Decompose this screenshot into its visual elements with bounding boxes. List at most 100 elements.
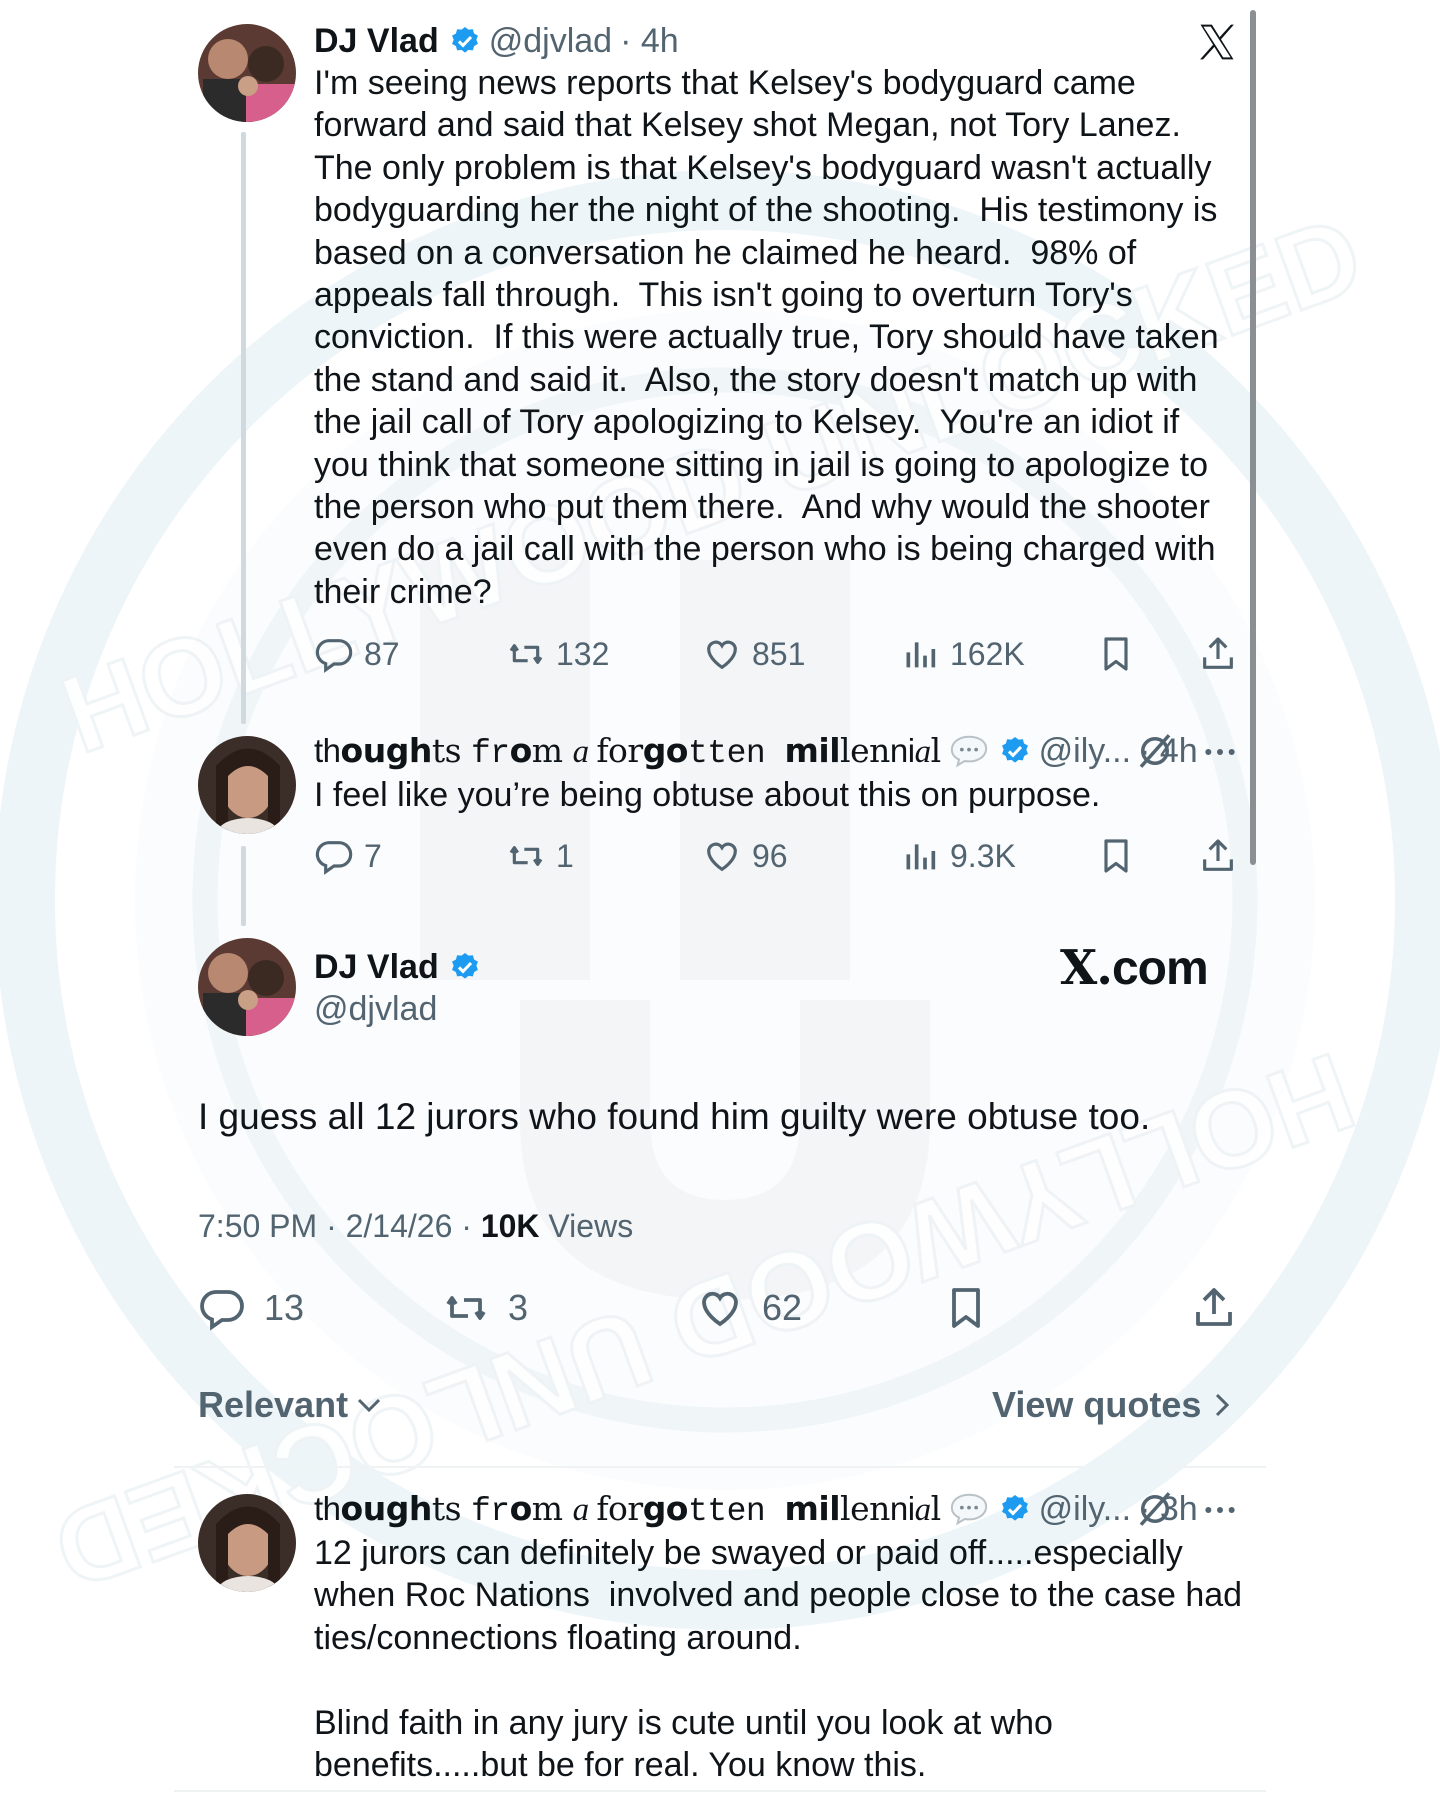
- views-count: 9.3K: [950, 837, 1016, 874]
- like-count: 851: [752, 635, 806, 672]
- reply1-header: thoughts from a forgotten millennial @il…: [314, 730, 1198, 772]
- author-name[interactable]: DJ Vlad: [314, 22, 439, 61]
- share-button[interactable]: [1198, 834, 1248, 878]
- like-count: 62: [762, 1287, 803, 1328]
- reply-button[interactable]: 7: [314, 834, 382, 878]
- reply-count: 13: [264, 1287, 305, 1328]
- name-part: ough: [340, 1488, 433, 1528]
- repost-button[interactable]: 132: [506, 632, 609, 676]
- like-button[interactable]: 96: [702, 834, 788, 878]
- repost-icon: [509, 846, 543, 866]
- bookmark-icon: [952, 1288, 980, 1328]
- site-label-prefix: X.: [1060, 940, 1113, 996]
- avatar-djvlad[interactable]: [198, 938, 296, 1036]
- share-button[interactable]: [1190, 1282, 1256, 1334]
- name-part: o: [509, 730, 533, 770]
- name-part: ough: [340, 730, 433, 770]
- name-part: go: [642, 730, 689, 770]
- name-part: len: [840, 730, 890, 770]
- bookmark-button[interactable]: [1096, 834, 1146, 878]
- repost-button[interactable]: 3: [442, 1282, 528, 1334]
- author-handle[interactable]: @djvlad: [489, 22, 612, 61]
- speech-bubble-emoji-icon: [950, 1493, 987, 1526]
- name-part: mil: [784, 730, 841, 770]
- name-part: tten: [687, 734, 785, 772]
- verified-badge-icon: [451, 953, 478, 979]
- repost-count: 132: [556, 635, 610, 672]
- avatar-forgotten-millennial[interactable]: [198, 1494, 296, 1592]
- author-name[interactable]: thoughts from a forgotten millennial: [314, 1489, 941, 1530]
- name-part: ni: [889, 731, 915, 769]
- name-part: l: [930, 1488, 942, 1528]
- reply-button[interactable]: 13: [198, 1282, 304, 1334]
- name-part: ts: [431, 730, 471, 770]
- verified-badge-icon: [1001, 737, 1028, 763]
- name-part: for: [596, 730, 643, 770]
- share-icon: [1203, 839, 1233, 871]
- heart-icon: [707, 842, 737, 872]
- repost-count: 3: [508, 1287, 529, 1328]
- reply1-text: I feel like you’re being obtuse about th…: [314, 776, 1101, 814]
- name-part: ts: [431, 1488, 471, 1528]
- main-tweet-actions: 13 3 62: [198, 1282, 1248, 1334]
- view-quotes-label: View quotes: [992, 1384, 1202, 1425]
- grok-icon[interactable]: [1134, 730, 1176, 772]
- bookmark-icon: [1104, 637, 1128, 671]
- timestamp[interactable]: 7:50 PM · 2/14/26 ·: [198, 1208, 481, 1244]
- bookmark-button[interactable]: [1096, 632, 1146, 676]
- name-part: fr: [471, 734, 510, 772]
- divider: [174, 1790, 1266, 1792]
- heart-icon: [702, 1291, 738, 1327]
- author-handle[interactable]: @ily...: [1039, 732, 1131, 771]
- share-button[interactable]: [1198, 632, 1248, 676]
- name-part: mil: [784, 1488, 841, 1528]
- verified-badge-icon: [451, 27, 478, 53]
- tweet1-actions: 87 132 851 162K: [314, 632, 1254, 676]
- tweet-time: · 4h: [620, 21, 679, 60]
- tweet1-text: I'm seeing news reports that Kelsey's bo…: [314, 64, 1219, 611]
- speech-bubble-emoji-icon: [950, 735, 987, 768]
- name-part: a: [914, 1491, 932, 1528]
- avatar-forgotten-millennial[interactable]: [198, 736, 296, 834]
- verified-badge-icon: [1001, 1495, 1028, 1521]
- like-button[interactable]: 851: [702, 632, 805, 676]
- grok-icon[interactable]: [1134, 1488, 1176, 1530]
- author-handle[interactable]: @djvlad: [314, 990, 437, 1029]
- bookmark-button[interactable]: [942, 1282, 1008, 1334]
- like-button[interactable]: 62: [696, 1282, 802, 1334]
- scrollbar[interactable]: [1250, 10, 1256, 865]
- sort-dropdown[interactable]: Relevant: [198, 1384, 384, 1426]
- name-part: l: [930, 730, 942, 770]
- name-part: m: [531, 730, 573, 770]
- views-button[interactable]: 9.3K: [900, 834, 1016, 878]
- main-tweet-meta: 7:50 PM · 2/14/26 · 10K Views: [198, 1208, 633, 1245]
- author-name[interactable]: DJ Vlad: [314, 948, 439, 987]
- reply-icon: [315, 639, 353, 673]
- main-tweet-name-row: DJ Vlad: [314, 946, 489, 988]
- repost-icon: [509, 644, 543, 664]
- reply-button[interactable]: 87: [314, 632, 400, 676]
- repost-icon: [446, 1296, 486, 1320]
- avatar-djvlad[interactable]: [198, 24, 296, 122]
- reply-count: 87: [364, 635, 400, 672]
- name-part: a: [914, 733, 932, 770]
- reply-icon: [200, 1290, 244, 1331]
- more-options-icon[interactable]: [1200, 1490, 1240, 1530]
- thread-connector: [241, 846, 246, 926]
- views-button[interactable]: 162K: [900, 632, 1025, 676]
- repost-button[interactable]: 1: [506, 834, 574, 878]
- author-handle[interactable]: @ily...: [1039, 1490, 1131, 1529]
- author-name[interactable]: thoughts from a forgotten millennial: [314, 731, 941, 772]
- name-part: tten: [687, 1492, 785, 1530]
- main-tweet-handle-row: @djvlad: [314, 988, 437, 1030]
- name-part: a: [572, 733, 597, 770]
- bookmark-icon: [1104, 839, 1128, 873]
- more-options-icon[interactable]: [1200, 732, 1240, 772]
- name-part: o: [509, 1488, 533, 1528]
- heart-icon: [707, 640, 737, 670]
- reply2-header: thoughts from a forgotten millennial @il…: [314, 1488, 1198, 1530]
- repost-count: 1: [556, 837, 574, 874]
- views-icon: [906, 844, 936, 870]
- views-label: Views: [539, 1208, 634, 1244]
- view-quotes-link[interactable]: View quotes: [992, 1384, 1237, 1426]
